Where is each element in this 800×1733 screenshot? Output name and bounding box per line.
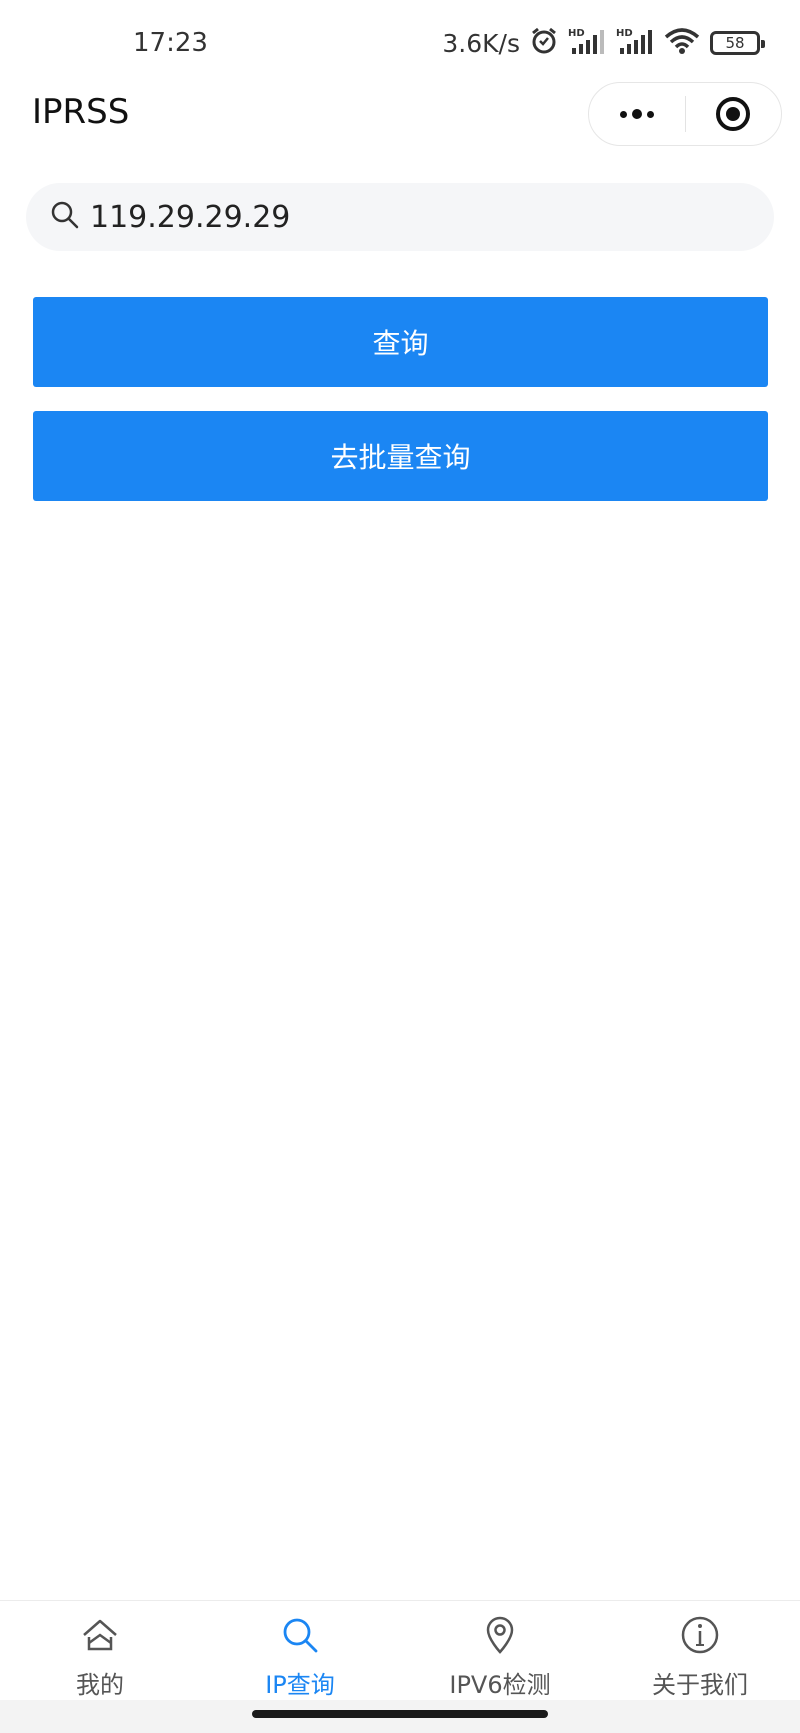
more-dots-icon: [619, 109, 654, 119]
home-icon: [80, 1615, 120, 1659]
battery-icon: 58: [710, 31, 765, 55]
batch-query-button[interactable]: 去批量查询: [33, 411, 768, 501]
page-title: IPRSS: [32, 92, 130, 132]
battery-level: 58: [725, 34, 745, 52]
ip-input[interactable]: [90, 199, 710, 235]
tab-label: 关于我们: [652, 1671, 748, 1699]
network-speed: 3.6K/s: [442, 28, 520, 58]
svg-text:HD: HD: [616, 28, 633, 39]
status-bar: 17:23 3.6K/s HD HD 58: [0, 0, 800, 90]
tab-ip-query[interactable]: IP查询: [200, 1601, 400, 1700]
tab-bar: 我的 IP查询 IPV6检测 关于我们: [0, 1600, 800, 1700]
tab-ipv6-check[interactable]: IPV6检测: [400, 1601, 600, 1700]
gesture-area: [0, 1700, 800, 1733]
hd-signal-icon: HD: [616, 26, 654, 60]
query-button[interactable]: 查询: [33, 297, 768, 387]
capsule-menu: [588, 82, 782, 146]
home-indicator[interactable]: [252, 1710, 548, 1718]
status-icons: 3.6K/s HD HD 58: [442, 26, 765, 60]
search-icon: [50, 200, 80, 234]
tab-label: IPV6检测: [449, 1671, 551, 1699]
tab-label: 我的: [76, 1671, 124, 1699]
wifi-icon: [664, 27, 700, 59]
mini-program-page: 17:23 3.6K/s HD HD 58 IPRSS 119.29.29.29…: [0, 0, 800, 1733]
info-icon: [680, 1615, 720, 1659]
tab-mine[interactable]: 我的: [0, 1601, 200, 1700]
more-button[interactable]: [589, 83, 685, 145]
close-button[interactable]: [686, 83, 782, 145]
status-time: 17:23: [133, 28, 208, 58]
close-target-icon: [716, 97, 751, 131]
search-box[interactable]: [26, 183, 774, 251]
search-icon: [280, 1615, 320, 1659]
location-pin-icon: [480, 1615, 520, 1659]
alarm-icon: [530, 27, 558, 59]
tab-about-us[interactable]: 关于我们: [600, 1601, 800, 1700]
hd-signal-icon: HD: [568, 26, 606, 60]
tab-label: IP查询: [265, 1671, 335, 1699]
svg-text:HD: HD: [568, 28, 585, 39]
